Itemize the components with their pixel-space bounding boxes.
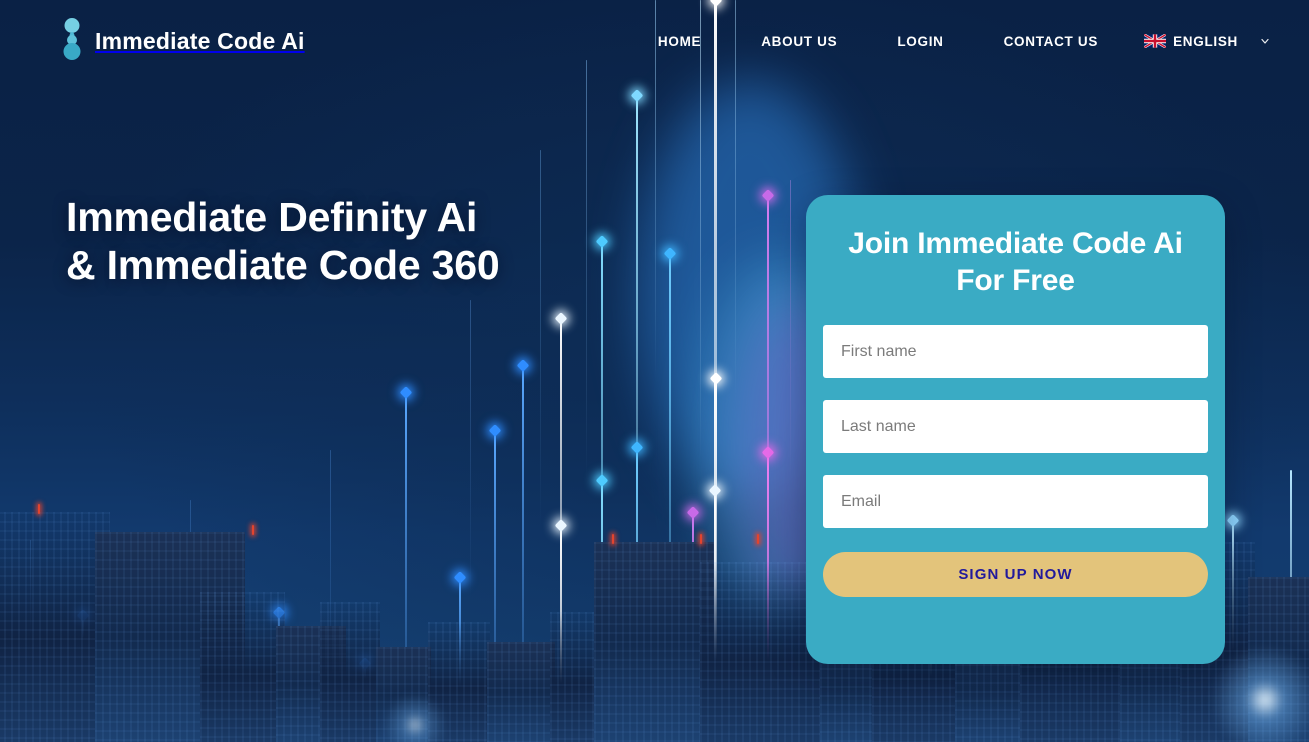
last-name-input[interactable] [823, 400, 1208, 454]
signup-card: Join Immediate Code Ai For Free SIGN UP … [806, 195, 1225, 664]
light-beam [714, 490, 716, 740]
light-beam [692, 512, 694, 742]
light-beam [215, 632, 217, 742]
light-beam [138, 655, 140, 742]
nav-item-contact-us[interactable]: CONTACT US [974, 28, 1129, 55]
lens-flare [1205, 640, 1309, 742]
sign-up-button[interactable]: SIGN UP NOW [823, 552, 1208, 598]
first-name-input[interactable] [823, 325, 1208, 379]
light-beam [767, 195, 769, 735]
light-beam-faint [30, 540, 31, 742]
building [376, 647, 431, 742]
building [550, 612, 600, 742]
antenna-light [700, 534, 702, 544]
brand-name: Immediate Code Ai [95, 27, 305, 54]
antenna-light [757, 534, 759, 544]
antenna-light [252, 525, 254, 535]
building [320, 602, 380, 742]
light-beam [669, 253, 671, 742]
chevron-down-icon [1261, 38, 1269, 44]
building [487, 642, 555, 742]
light-beam [767, 452, 769, 742]
light-beam [522, 365, 524, 742]
light-beam [459, 577, 461, 742]
uk-flag-icon [1144, 34, 1167, 48]
building [95, 532, 245, 742]
light-beam-faint [790, 180, 791, 480]
main-navigation: HOME ABOUT US LOGIN CONTACT US ENGLISH [628, 28, 1275, 55]
light-beam [560, 318, 562, 742]
email-input[interactable] [823, 475, 1208, 529]
building [428, 622, 490, 742]
light-beam [560, 525, 562, 742]
language-selector[interactable]: ENGLISH [1128, 28, 1275, 55]
building [200, 592, 285, 742]
site-header: Immediate Code Ai HOME ABOUT US LOGIN CO… [0, 0, 1309, 82]
light-beam [82, 615, 84, 742]
building [0, 512, 110, 742]
light-beam [1290, 470, 1292, 742]
landing-page: Immediate Code Ai HOME ABOUT US LOGIN CO… [0, 0, 1309, 742]
stacked-dots-icon [62, 18, 82, 64]
signup-form: SIGN UP NOW [823, 325, 1208, 598]
light-beam [714, 0, 717, 742]
hero-section: Immediate Definity Ai & Immediate Code 3… [66, 193, 500, 290]
light-beam [1232, 520, 1234, 742]
building [276, 626, 346, 742]
light-beam [364, 663, 366, 742]
light-beam [405, 392, 407, 742]
light-beam [601, 241, 603, 742]
light-beam-faint [470, 300, 471, 600]
light-beam [714, 378, 717, 738]
light-beam-faint [540, 150, 541, 530]
signup-card-title: Join Immediate Code Ai For Free [848, 227, 1183, 297]
building [594, 542, 714, 742]
building [1248, 577, 1309, 742]
light-beam-faint [190, 500, 191, 742]
light-beam [636, 447, 638, 742]
light-beam-faint [330, 450, 331, 742]
brand-logo[interactable]: Immediate Code Ai [62, 18, 305, 64]
hero-title: Immediate Definity Ai & Immediate Code 3… [66, 194, 500, 289]
nav-item-login[interactable]: LOGIN [867, 28, 973, 55]
light-beam [636, 95, 638, 695]
light-beam [278, 612, 280, 742]
nav-item-home[interactable]: HOME [628, 28, 731, 55]
lens-flare [380, 690, 450, 742]
antenna-light [612, 534, 614, 544]
light-beam-faint [586, 60, 587, 480]
language-label: ENGLISH [1173, 33, 1238, 49]
antenna-light [38, 504, 40, 514]
light-beam [601, 480, 603, 742]
nav-item-about-us[interactable]: ABOUT US [731, 28, 867, 55]
light-beam [494, 430, 496, 742]
